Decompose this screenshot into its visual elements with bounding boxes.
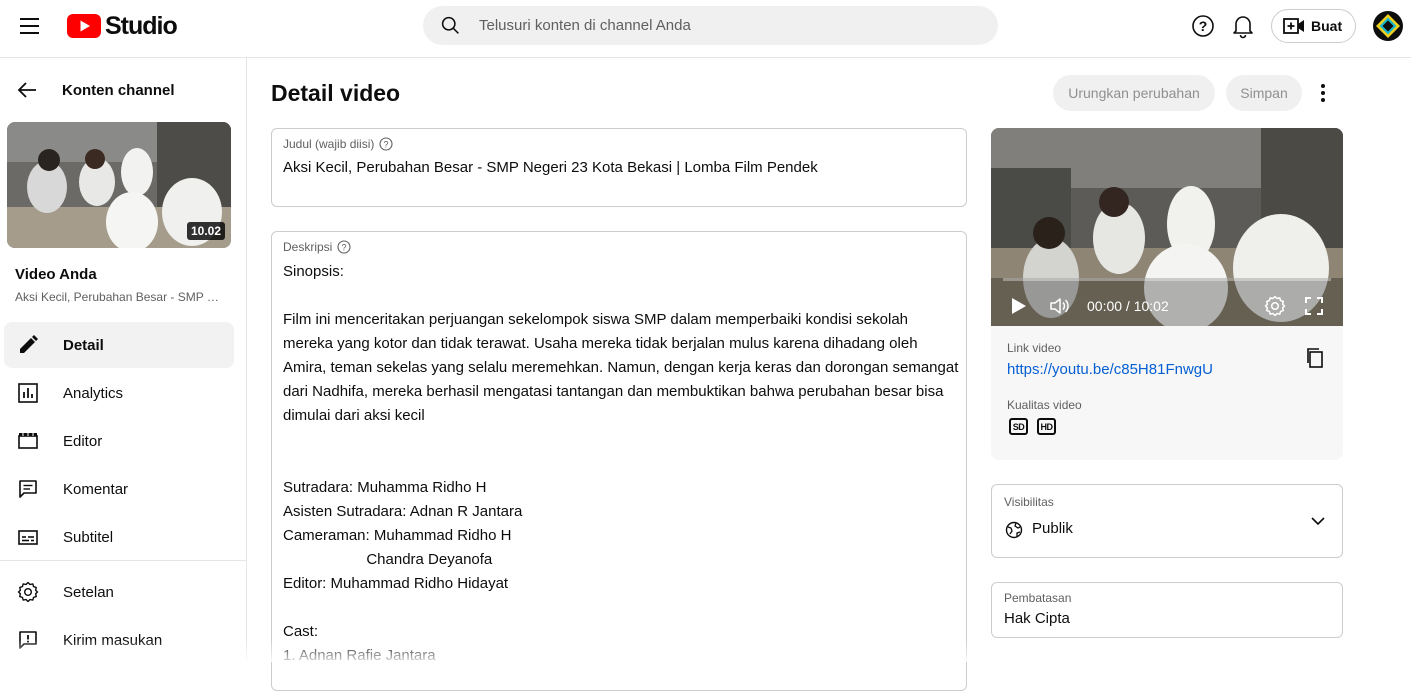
create-button-label: Buat — [1311, 18, 1342, 34]
description-help-icon[interactable]: ? — [337, 240, 351, 254]
main-content: Detail video Urungkan perubahan Simpan J… — [247, 58, 1411, 662]
sidebar: Konten channel 10.02 Video Anda Aksi Kec… — [0, 58, 247, 662]
svg-text:?: ? — [342, 242, 347, 252]
visibility-select[interactable]: Visibilitas Publik — [991, 484, 1343, 558]
video-player[interactable]: 00:00 / 10:02 — [991, 128, 1343, 326]
title-field-label: Judul (wajib diisi) — [283, 137, 374, 151]
title-field[interactable]: Judul (wajib diisi) ? Aksi Kecil, Peruba… — [271, 128, 967, 207]
sd-quality-badge: SD — [1009, 418, 1028, 435]
nav-item-label: Setelan — [63, 584, 114, 601]
notifications-bell-icon[interactable] — [1232, 13, 1254, 39]
youtube-logo-icon — [67, 14, 101, 38]
sidebar-divider — [0, 560, 246, 561]
hd-quality-badge: HD — [1037, 418, 1056, 435]
save-button[interactable]: Simpan — [1226, 75, 1302, 111]
create-button[interactable]: Buat — [1271, 9, 1356, 43]
title-help-icon[interactable]: ? — [379, 137, 393, 151]
video-thumbnail[interactable]: 10.02 — [7, 122, 231, 248]
nav-item-detail[interactable]: Detail — [4, 322, 234, 368]
visibility-value: Publik — [1032, 520, 1073, 537]
title-field-value[interactable]: Aksi Kecil, Perubahan Besar - SMP Negeri… — [283, 159, 818, 176]
create-video-icon — [1283, 16, 1305, 36]
play-icon[interactable] — [1011, 297, 1027, 315]
nav-item-label: Analytics — [63, 385, 123, 402]
gear-icon — [16, 580, 40, 604]
pencil-icon — [16, 333, 40, 357]
video-link[interactable]: https://youtu.be/c85H81FnwgU — [1007, 361, 1213, 378]
video-duration-badge: 10.02 — [187, 222, 225, 240]
top-bar: Studio ? Buat — [0, 0, 1411, 58]
description-field[interactable]: Deskripsi ? Sinopsis: Film ini mencerita… — [271, 231, 967, 691]
search-input[interactable] — [479, 6, 979, 45]
arrow-back-icon[interactable] — [16, 79, 38, 101]
video-title-subtext: Aksi Kecil, Perubahan Besar - SMP Negeri… — [15, 290, 227, 304]
nav-item-feedback[interactable]: Kirim masukan — [4, 617, 234, 663]
description-field-label: Deskripsi — [283, 240, 332, 254]
restrictions-field[interactable]: Pembatasan Hak Cipta — [991, 582, 1343, 638]
nav-item-analytics[interactable]: Analytics — [4, 370, 234, 416]
video-time-display: 00:00 / 10:02 — [1087, 298, 1169, 314]
copy-icon[interactable] — [1305, 347, 1325, 369]
video-quality-label: Kualitas video — [1007, 398, 1082, 412]
nav-item-label: Komentar — [63, 481, 128, 498]
nav-item-settings[interactable]: Setelan — [4, 569, 234, 615]
search-icon[interactable] — [440, 15, 461, 36]
search-bar[interactable] — [423, 6, 998, 45]
nav-item-editor[interactable]: Editor — [4, 418, 234, 464]
nav-item-label: Editor — [63, 433, 102, 450]
page-title: Detail video — [271, 80, 400, 107]
globe-icon — [1005, 521, 1023, 539]
restrictions-label: Pembatasan — [1004, 591, 1071, 605]
feedback-icon — [16, 628, 40, 652]
title-field-label-row: Judul (wajib diisi) ? — [283, 137, 393, 151]
nav-item-label: Kirim masukan — [63, 632, 162, 649]
video-info-card: Link video https://youtu.be/c85H81FnwgU … — [991, 326, 1343, 460]
fullscreen-icon[interactable] — [1305, 297, 1323, 315]
your-video-label: Video Anda — [15, 266, 97, 283]
hamburger-menu-icon[interactable] — [14, 11, 44, 41]
volume-icon[interactable] — [1049, 296, 1071, 316]
description-text[interactable]: Sinopsis: Film ini menceritakan perjuang… — [283, 260, 963, 668]
visibility-label: Visibilitas — [1004, 495, 1054, 509]
video-frame-image — [991, 128, 1343, 326]
studio-logo[interactable]: Studio — [67, 11, 177, 41]
back-label: Konten channel — [62, 82, 175, 99]
undo-changes-button[interactable]: Urungkan perubahan — [1053, 75, 1215, 111]
video-progress-bar[interactable] — [1003, 278, 1331, 281]
nav-item-subtitles[interactable]: Subtitel — [4, 514, 234, 560]
more-options-icon[interactable] — [1313, 80, 1333, 106]
svg-text:?: ? — [1199, 18, 1208, 34]
svg-text:?: ? — [384, 139, 389, 149]
restrictions-value: Hak Cipta — [1004, 610, 1070, 627]
logo-text: Studio — [105, 12, 177, 41]
video-link-label: Link video — [1007, 341, 1061, 355]
description-field-label-row: Deskripsi ? — [283, 240, 351, 254]
help-icon[interactable]: ? — [1190, 13, 1216, 39]
channel-avatar[interactable] — [1373, 11, 1403, 41]
nav-item-comments[interactable]: Komentar — [4, 466, 234, 512]
quality-badges: SD HD — [1009, 418, 1056, 435]
nav-item-label: Detail — [63, 337, 104, 354]
comment-icon — [16, 477, 40, 501]
back-to-content-button[interactable]: Konten channel — [16, 78, 175, 102]
analytics-icon — [16, 381, 40, 405]
subtitles-icon — [16, 525, 40, 549]
chevron-down-icon[interactable] — [1310, 515, 1326, 527]
nav-item-label: Subtitel — [63, 529, 113, 546]
player-settings-gear-icon[interactable] — [1264, 295, 1286, 317]
editor-clapper-icon — [16, 429, 40, 453]
